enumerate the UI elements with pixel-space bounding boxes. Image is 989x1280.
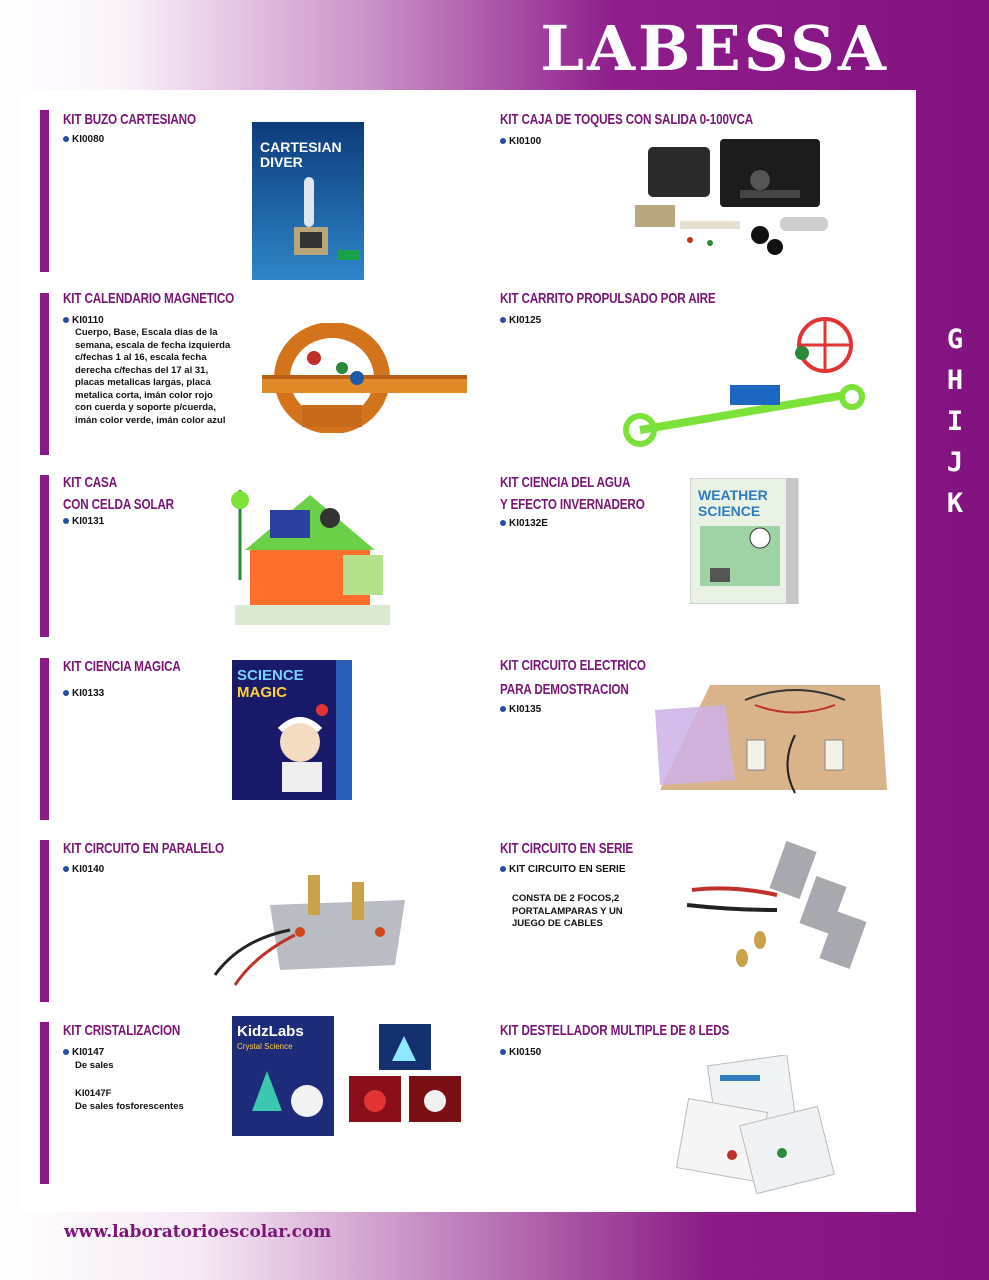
accent-bar bbox=[40, 840, 49, 1002]
product-code: KI0080 bbox=[63, 134, 104, 145]
product-code: KI0140 bbox=[63, 864, 104, 875]
accent-bar bbox=[40, 475, 49, 637]
product-code: KI0147 bbox=[63, 1047, 104, 1058]
product-title: PARA DEMOSTRACION bbox=[500, 681, 629, 698]
svg-text:Crystal Science: Crystal Science bbox=[237, 1042, 293, 1051]
weather-science-box-image: WEATHER SCIENCE bbox=[690, 478, 799, 604]
solar-house-image bbox=[231, 490, 390, 625]
accent-bar bbox=[40, 658, 49, 820]
svg-text:SCIENCE: SCIENCE bbox=[237, 667, 304, 684]
magnetic-calendar-image bbox=[262, 323, 467, 433]
product-code: KI0132E bbox=[500, 518, 548, 529]
svg-text:DIVER: DIVER bbox=[260, 154, 303, 170]
product-title: KIT CIRCUITO EN SERIE bbox=[500, 840, 634, 857]
product-code-secondary: KI0147F bbox=[75, 1088, 112, 1099]
product-title: KIT CAJA DE TOQUES CON SALIDA 0-100VCA bbox=[500, 111, 754, 128]
product-code: KI0100 bbox=[500, 136, 541, 147]
section-letter: K bbox=[946, 488, 964, 519]
section-letter: H bbox=[946, 365, 964, 396]
crystal-science-boxes-image: KidzLabs Crystal Science bbox=[232, 1016, 461, 1136]
section-letter: I bbox=[946, 406, 964, 437]
accent-bar bbox=[40, 1022, 49, 1184]
cartesian-diver-box-image: CARTESIAN DIVER bbox=[252, 122, 364, 280]
product-description: CONSTA DE 2 FOCOS,2 PORTALAMPARAS Y UN J… bbox=[512, 893, 623, 929]
air-car-image bbox=[623, 317, 865, 447]
product-subtitle: De sales fosforescentes bbox=[75, 1101, 184, 1112]
product-code: KI0125 bbox=[500, 315, 541, 326]
product-title: KIT CASA bbox=[63, 474, 118, 491]
product-code: KI0150 bbox=[500, 1047, 541, 1058]
svg-text:MAGIC: MAGIC bbox=[237, 684, 287, 701]
product-title: KIT CALENDARIO MAGNETICO bbox=[63, 290, 235, 307]
product-title: KIT CIRCUITO EN PARALELO bbox=[63, 840, 224, 857]
product-title: KIT CARRITO PROPULSADO POR AIRE bbox=[500, 290, 716, 307]
accent-bar bbox=[40, 110, 49, 272]
section-letter-index: G H I J K bbox=[935, 325, 975, 518]
brand-logo: LABESSA bbox=[540, 12, 889, 85]
product-code: KIT CIRCUITO EN SERIE bbox=[500, 864, 626, 875]
product-title: KIT CIENCIA MAGICA bbox=[63, 658, 181, 675]
product-subtitle: De sales bbox=[75, 1060, 114, 1071]
shock-box-kit-image bbox=[635, 139, 828, 255]
product-title: CON CELDA SOLAR bbox=[63, 496, 174, 513]
section-letter: G bbox=[946, 324, 964, 355]
product-title: KIT CIENCIA DEL AGUA bbox=[500, 474, 631, 491]
science-magic-box-image: SCIENCE MAGIC bbox=[232, 660, 352, 800]
product-code: KI0133 bbox=[63, 688, 104, 699]
product-title: KIT CRISTALIZACION bbox=[63, 1022, 181, 1039]
svg-text:SCIENCE: SCIENCE bbox=[698, 503, 760, 519]
svg-text:CARTESIAN: CARTESIAN bbox=[260, 139, 342, 155]
product-code: KI0110 bbox=[63, 315, 104, 326]
product-title: KIT CIRCUITO ELECTRICO bbox=[500, 657, 646, 674]
accent-bar bbox=[40, 293, 49, 455]
product-title: Y EFECTO INVERNADERO bbox=[500, 496, 645, 513]
footer-website[interactable]: www.laboratorioescolar.com bbox=[64, 1222, 331, 1242]
parallel-circuit-image bbox=[213, 875, 405, 986]
product-title: KIT DESTELLADOR MULTIPLE DE 8 LEDS bbox=[500, 1022, 730, 1039]
series-circuit-image bbox=[686, 841, 867, 969]
led-kit-manuals-image bbox=[675, 1055, 835, 1195]
product-code: KI0131 bbox=[63, 516, 104, 527]
product-code: KI0135 bbox=[500, 704, 541, 715]
product-title: KIT BUZO CARTESIANO bbox=[63, 111, 196, 128]
product-description: Cuerpo, Base, Escala dias de la semana, … bbox=[75, 327, 231, 426]
demo-circuit-board-image bbox=[655, 685, 887, 794]
section-letter: J bbox=[946, 447, 964, 478]
svg-text:KidzLabs: KidzLabs bbox=[237, 1023, 304, 1040]
svg-text:WEATHER: WEATHER bbox=[698, 487, 768, 503]
